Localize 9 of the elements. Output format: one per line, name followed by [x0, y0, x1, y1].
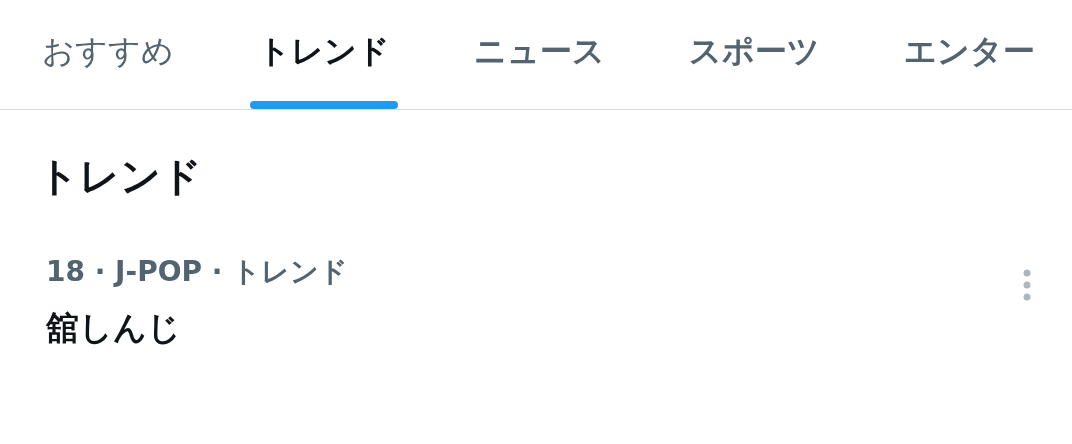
tab[interactable]: おすすめ	[34, 0, 182, 109]
more-icon[interactable]	[1022, 268, 1032, 302]
tab[interactable]: トレンド	[250, 0, 398, 109]
trend-meta: 18 · J-POP · トレンド	[46, 254, 349, 290]
tab[interactable]: ニュース	[466, 0, 613, 109]
trend-name[interactable]: 舘しんじ	[46, 304, 349, 352]
section-title: トレンド	[37, 152, 203, 200]
tab[interactable]: スポーツ	[681, 0, 828, 109]
tab[interactable]: エンター	[896, 0, 1043, 109]
